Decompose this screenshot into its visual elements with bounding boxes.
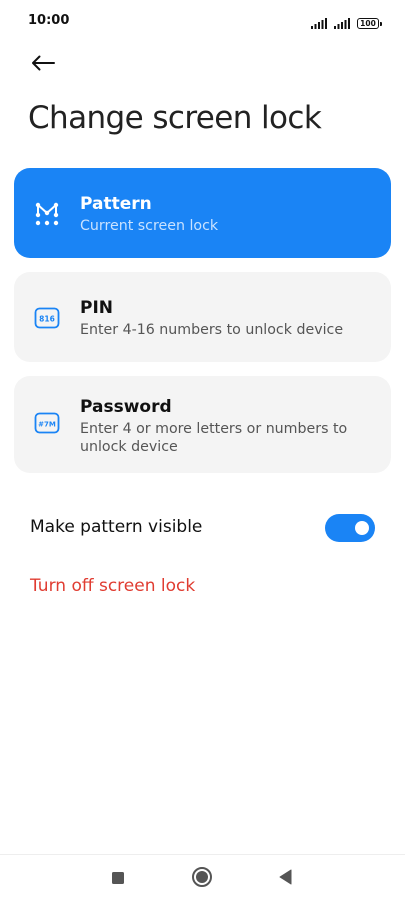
pin-icon: 816	[34, 307, 60, 333]
option-password[interactable]: #7M Password Enter 4 or more letters or …	[14, 376, 391, 473]
password-icon: #7M	[34, 412, 60, 438]
back-button[interactable]	[26, 48, 60, 82]
option-description: Enter 4 or more letters or numbers to un…	[80, 421, 348, 455]
password-icon-text: #7M	[38, 421, 56, 429]
option-icon-wrap: #7M	[14, 396, 80, 438]
option-title: Password	[80, 397, 172, 417]
option-text: Password Enter 4 or more letters or numb…	[80, 396, 373, 456]
pattern-visible-toggle[interactable]	[325, 514, 375, 542]
home-button[interactable]	[190, 867, 214, 891]
option-title: Pattern	[80, 194, 152, 214]
recents-square-icon	[111, 870, 125, 889]
arrow-left-icon	[31, 55, 55, 75]
turn-off-screen-lock-button[interactable]: Turn off screen lock	[30, 576, 195, 596]
option-pin[interactable]: 816 PIN Enter 4-16 numbers to unlock dev…	[14, 272, 391, 362]
status-icons: 100	[311, 14, 382, 33]
option-pattern[interactable]: Pattern Current screen lock	[14, 168, 391, 258]
signal-icon	[334, 14, 352, 33]
pin-icon-text: 816	[39, 315, 55, 324]
option-title: PIN	[80, 298, 114, 318]
navigation-bar	[0, 854, 405, 902]
option-description: Enter 4-16 numbers to unlock device	[80, 322, 344, 338]
battery-level: 100	[360, 19, 376, 28]
status-time: 10:00	[28, 13, 70, 28]
status-bar: 10:00 100	[0, 0, 405, 44]
pattern-icon	[34, 202, 60, 230]
option-text: Pattern Current screen lock	[80, 193, 373, 235]
option-text: PIN Enter 4-16 numbers to unlock device	[80, 297, 373, 339]
pattern-visible-row: Make pattern visible	[0, 508, 405, 548]
back-nav-button[interactable]	[273, 867, 297, 891]
option-icon-wrap	[14, 193, 80, 230]
pattern-visible-label: Make pattern visible	[30, 517, 203, 537]
page-title: Change screen lock	[28, 100, 322, 136]
back-triangle-icon	[278, 869, 292, 889]
recents-button[interactable]	[106, 867, 130, 891]
option-description: Current screen lock	[80, 218, 219, 234]
home-circle-icon	[191, 866, 213, 892]
toggle-knob	[355, 521, 369, 535]
battery-icon: 100	[357, 18, 382, 29]
signal-icon	[311, 14, 329, 33]
option-icon-wrap: 816	[14, 297, 80, 333]
